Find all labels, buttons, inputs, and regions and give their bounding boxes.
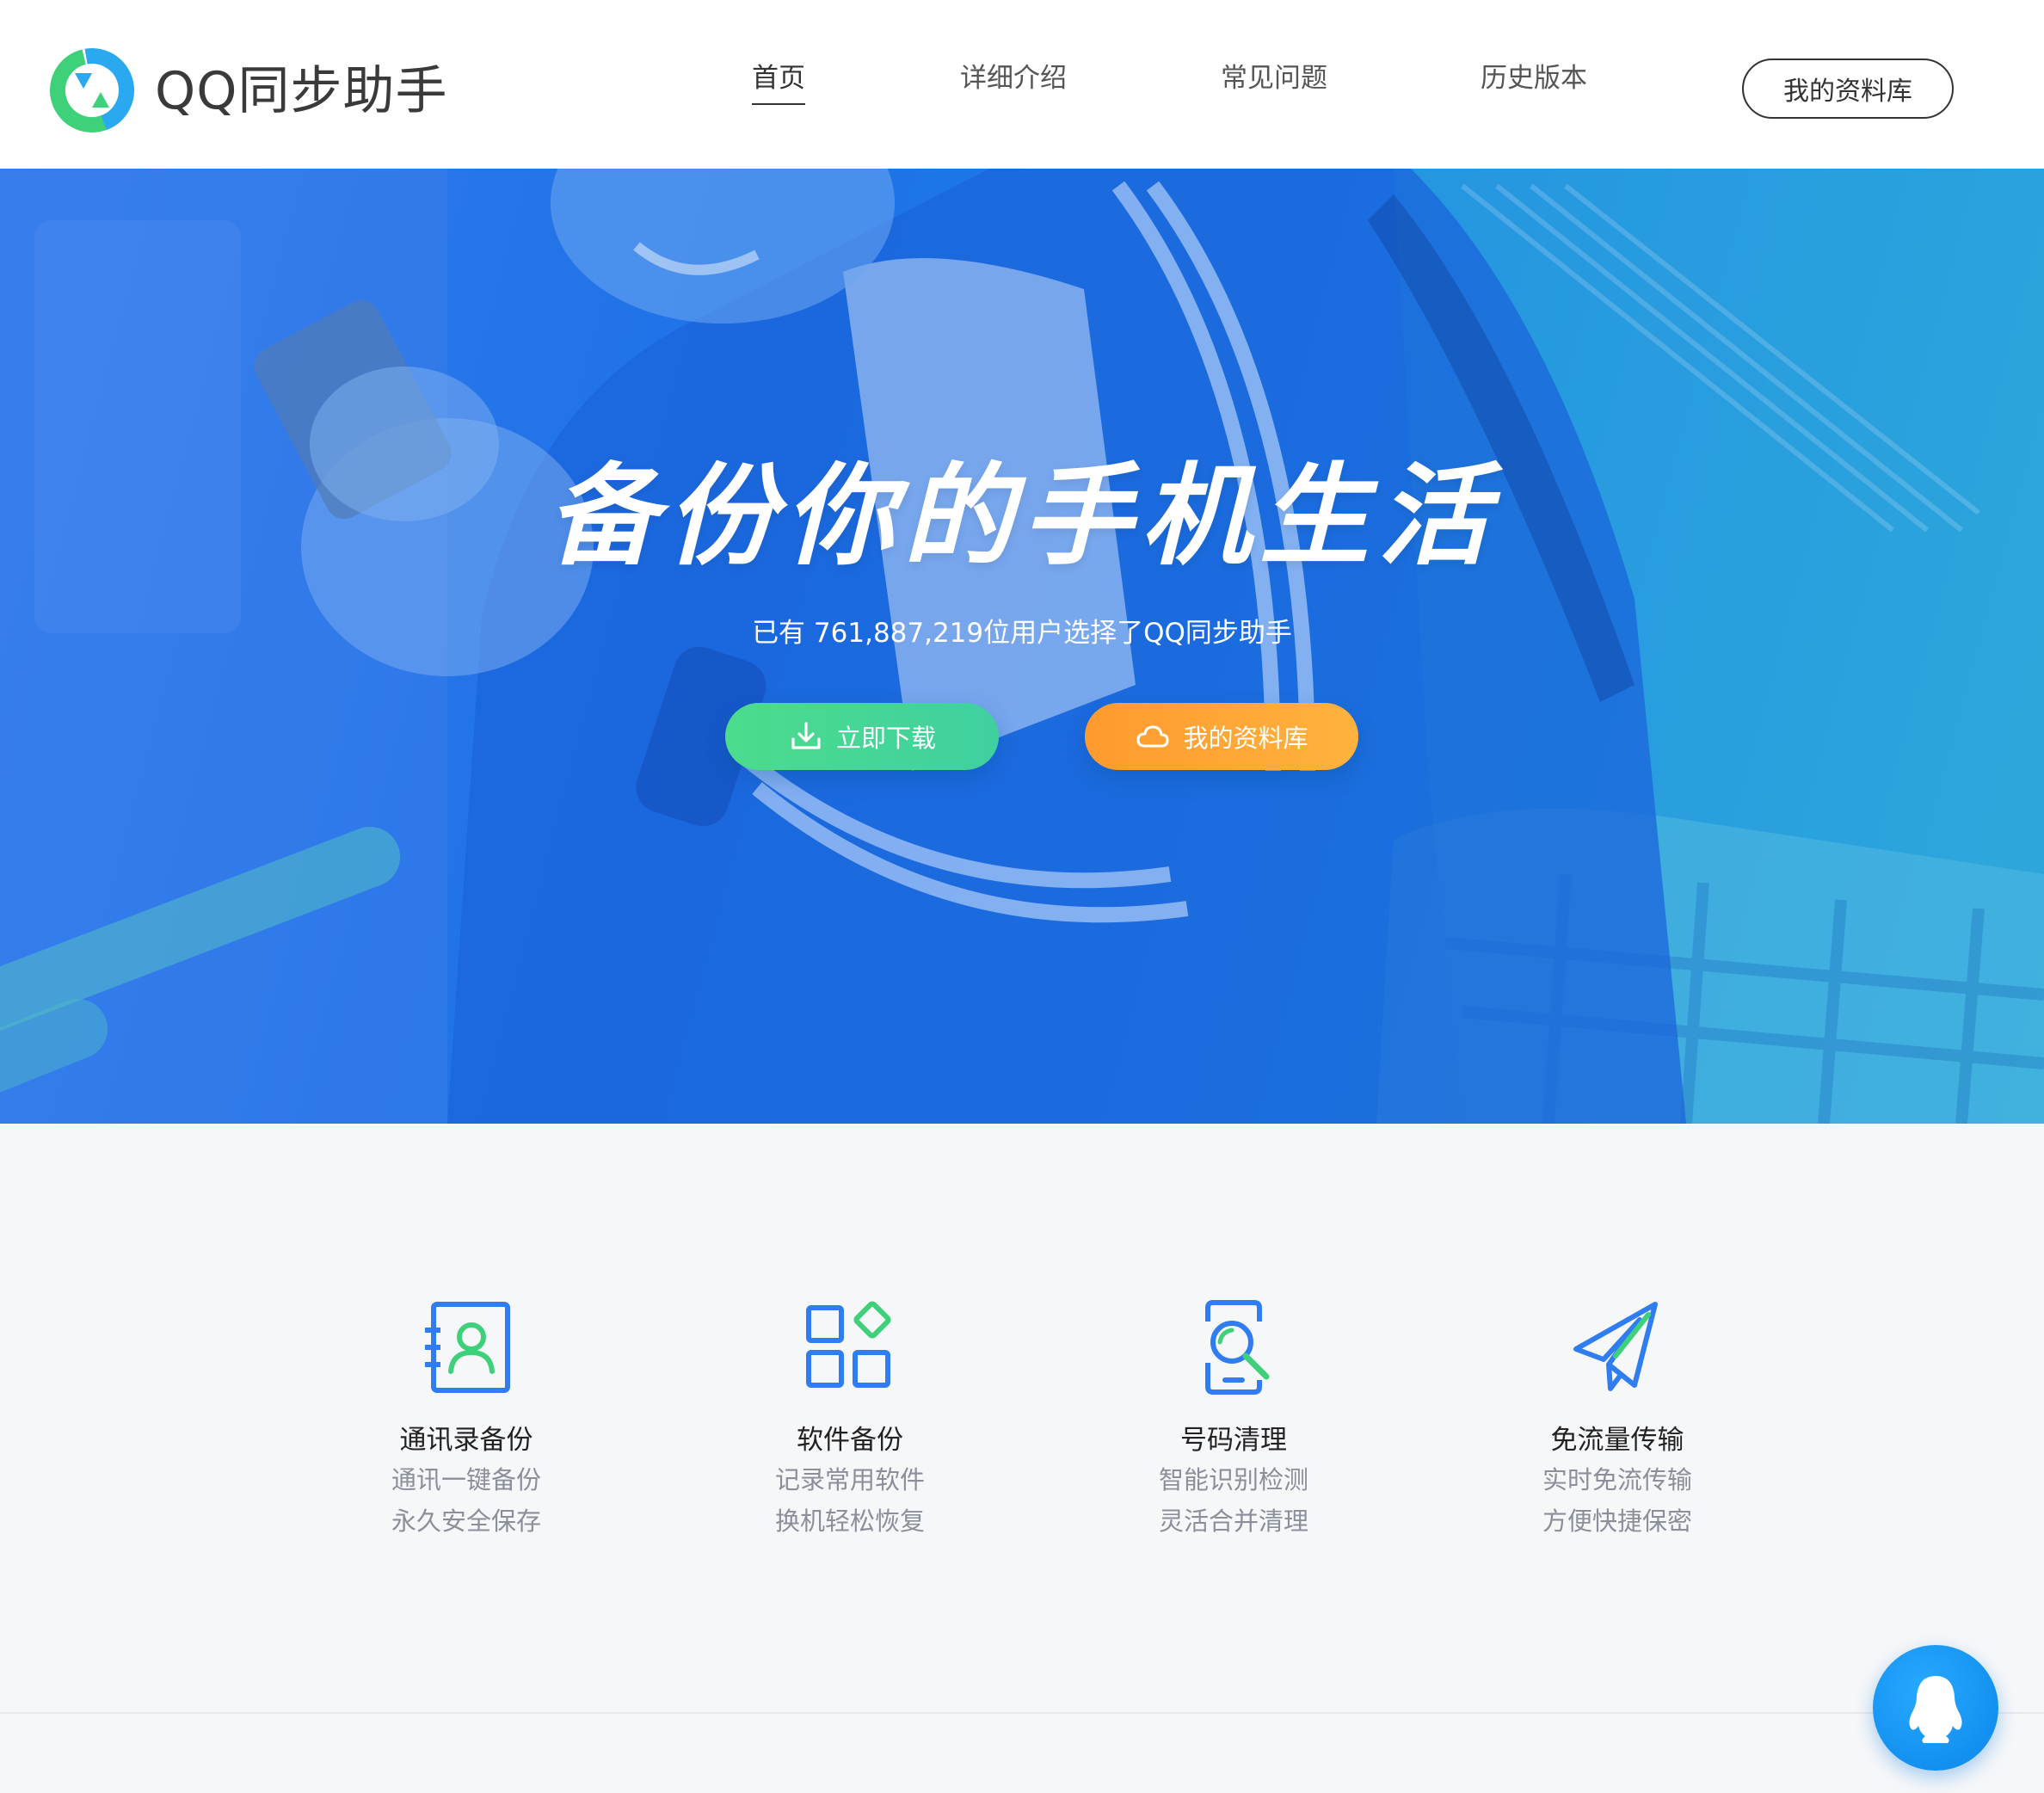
nav-history[interactable]: 历史版本 (1481, 57, 1587, 100)
cloud-icon (1136, 725, 1169, 748)
feature-title: 免流量传输 (1550, 1425, 1684, 1456)
feature-desc-line-1: 智能识别检测 (1158, 1465, 1308, 1494)
hero-library-button[interactable]: 我的资料库 (1085, 703, 1358, 770)
nav-faq[interactable]: 常见问题 (1221, 57, 1327, 100)
download-button[interactable]: 立即下载 (725, 703, 999, 770)
feature-desc-line-1: 记录常用软件 (774, 1465, 925, 1494)
qq-contact-button[interactable] (1873, 1645, 1998, 1771)
paper-plane-icon (1573, 1302, 1658, 1391)
feature-number-cleanup[interactable]: 号码清理 智能识别检测 灵活合并清理 (1105, 1296, 1363, 1542)
qq-sync-logo-icon[interactable] (49, 47, 135, 133)
hero-title: 备份你的手机生活 (546, 453, 1497, 581)
apps-backup-icon (806, 1301, 891, 1388)
download-button-label: 立即下载 (835, 724, 936, 753)
features-section: 通讯录备份 通讯一键备份 永久安全保存 软件备份 记录常用软件 换机轻松恢复 号… (0, 1124, 2044, 1714)
brand-name[interactable]: QQ同步助手 (155, 57, 447, 126)
feature-desc-line-1: 通讯一键备份 (391, 1465, 541, 1494)
nav-details[interactable]: 详细介绍 (960, 57, 1067, 100)
feature-desc-line-2: 灵活合并清理 (1158, 1506, 1308, 1536)
feature-desc-line-2: 换机轻松恢复 (774, 1506, 925, 1536)
hero-user-count: 已有 761,887,219位用户选择了QQ同步助手 (752, 618, 1292, 649)
contacts-backup-icon (425, 1302, 510, 1393)
download-icon (791, 722, 821, 749)
qq-penguin-icon (1909, 1676, 1962, 1743)
site-header: QQ同步助手 首页 详细介绍 常见问题 历史版本 我的资料库 (0, 0, 2044, 169)
feature-desc-line-2: 永久安全保存 (391, 1506, 541, 1536)
next-section (0, 1714, 2044, 1793)
feature-desc-line-1: 实时免流传输 (1542, 1465, 1692, 1494)
hero-banner: 备份你的手机生活 已有 761,887,219位用户选择了QQ同步助手 立即下载… (0, 169, 2044, 1124)
nav-home[interactable]: 首页 (752, 57, 805, 105)
feature-free-transfer[interactable]: 免流量传输 实时免流传输 方便快捷保密 (1488, 1296, 1746, 1542)
phone-search-icon (1205, 1300, 1270, 1395)
feature-title: 号码清理 (1180, 1425, 1287, 1456)
feature-apps-backup[interactable]: 软件备份 记录常用软件 换机轻松恢复 (721, 1296, 979, 1542)
feature-desc-line-2: 方便快捷保密 (1542, 1506, 1692, 1536)
feature-contacts-backup[interactable]: 通讯录备份 通讯一键备份 永久安全保存 (337, 1296, 595, 1542)
feature-title: 软件备份 (797, 1425, 903, 1456)
my-library-button[interactable]: 我的资料库 (1742, 59, 1954, 119)
hero-library-button-label: 我的资料库 (1183, 724, 1308, 753)
feature-title: 通讯录备份 (399, 1425, 533, 1456)
